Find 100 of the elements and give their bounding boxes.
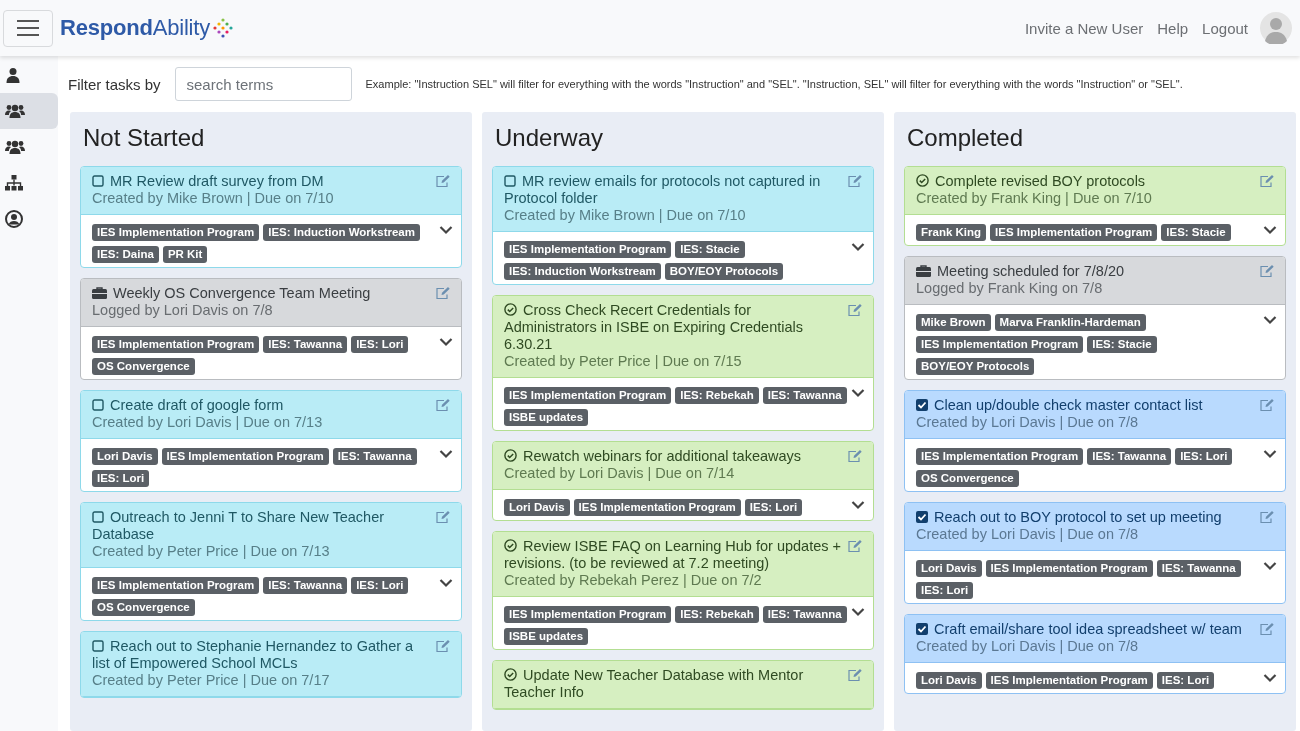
- check-circle-icon[interactable]: [504, 668, 517, 681]
- sidebar-item[interactable]: [0, 93, 58, 129]
- chevron-down-icon[interactable]: [1263, 225, 1277, 235]
- task-card[interactable]: Create draft of google form Created by Lori Davis | Due on 7/13 Lori Davis IES Implementation Program IES: Tawanna IES: Lori: [80, 390, 462, 492]
- task-title: Create draft of google form: [92, 397, 432, 414]
- column-title: Underway: [494, 123, 605, 153]
- chevron-down-icon[interactable]: [1263, 449, 1277, 459]
- task-card[interactable]: MR review emails for protocols not captured in Protocol folder Created by Mike Brown | Due on 7/10 IES Implementation Program IES: Stacie IES: Induction Workstream BOY/EOY Protocols: [492, 166, 874, 285]
- chevron-down-icon[interactable]: [1263, 561, 1277, 571]
- chevron-down-icon[interactable]: [439, 578, 453, 588]
- edit-icon[interactable]: [436, 399, 451, 412]
- task-meta: Created by Lori Davis | Due on 7/13: [92, 414, 324, 431]
- logo-dots-icon: [213, 18, 233, 38]
- tag: OS Convergence: [916, 470, 1019, 487]
- task-card[interactable]: Review ISBE FAQ on Learning Hub for updates + revisions. (to be reviewed at 7.2 meeting) Created by Rebekah Perez | Due on 7/2 IES Implementation Program IES: Rebekah IES: Tawanna ISBE updates: [492, 531, 874, 650]
- chevron-down-icon[interactable]: [439, 449, 453, 459]
- task-card[interactable]: Weekly OS Convergence Team Meeting Logged by Lori Davis on 7/8 IES Implementation Program IES: Tawanna IES: Lori OS Convergence: [80, 278, 462, 380]
- chevron-down-icon[interactable]: [851, 500, 865, 510]
- checked-checkbox-icon[interactable]: [916, 623, 928, 635]
- task-meta: Created by Lori Davis | Due on 7/8: [916, 638, 1140, 655]
- edit-icon[interactable]: [848, 450, 863, 463]
- task-card[interactable]: Reach out to BOY protocol to set up meeting Created by Lori Davis | Due on 7/8 Lori Davis IES Implementation Program IES: Tawanna IES: Lori: [904, 502, 1286, 604]
- task-card[interactable]: Reach out to Stephanie Hernandez to Gather a list of Empowered School MCLs Created by Peter Price | Due on 7/17: [80, 631, 462, 698]
- chevron-down-icon[interactable]: [851, 242, 865, 252]
- edit-icon[interactable]: [848, 669, 863, 682]
- task-title: Update New Teacher Database with Mentor Teacher Info: [504, 667, 805, 701]
- search-field[interactable]: search terms: [174, 67, 352, 101]
- edit-icon[interactable]: [848, 540, 863, 553]
- chevron-down-icon[interactable]: [439, 225, 453, 235]
- checked-checkbox-icon[interactable]: [916, 399, 928, 411]
- tag: BOY/EOY Protocols: [916, 358, 1035, 375]
- tag: IES Implementation Program: [916, 448, 1084, 465]
- chevron-down-icon[interactable]: [851, 388, 865, 398]
- tag: IES: Tawanna: [762, 387, 847, 404]
- tag: IES Implementation Program: [916, 336, 1084, 353]
- nav-link[interactable]: Help: [1157, 19, 1189, 37]
- chevron-down-icon[interactable]: [1263, 673, 1277, 683]
- filter-hint: Example: "Instruction SEL" will filter for everything with the words "Instruction" and "SEL". "Instruction, SEL" will filter for everything with the words "Instruction" or "SEL".: [365, 78, 1183, 90]
- tag: IES: Tawanna: [1156, 560, 1241, 577]
- edit-icon[interactable]: [436, 511, 451, 524]
- task-title: Meeting scheduled for 7/8/20: [916, 263, 1256, 280]
- task-title: MR Review draft survey from DM: [92, 173, 432, 190]
- menu-button[interactable]: [3, 9, 53, 47]
- chevron-down-icon[interactable]: [1263, 315, 1277, 325]
- tag: IES: Induction Workstream: [504, 263, 661, 280]
- tag: IES Implementation Program: [161, 448, 329, 465]
- edit-icon[interactable]: [436, 640, 451, 653]
- task-meta: Created by Lori Davis | Due on 7/14: [504, 465, 736, 482]
- check-circle-icon[interactable]: [504, 303, 517, 316]
- tag: IES: Stacie: [1087, 336, 1157, 353]
- group-icon: [5, 103, 25, 119]
- tag: IES: Lori: [351, 577, 409, 594]
- tag: IES: Stacie: [1161, 224, 1231, 241]
- edit-icon[interactable]: [436, 175, 451, 188]
- tag: PR Kit: [162, 246, 208, 263]
- tag: IES: Daina: [92, 246, 159, 263]
- task-meta: Created by Mike Brown | Due on 7/10: [504, 207, 747, 224]
- task-title: Weekly OS Convergence Team Meeting: [92, 285, 432, 302]
- task-card[interactable]: Meeting scheduled for 7/8/20 Logged by Frank King on 7/8 Mike Brown Marva Franklin-Hardeman IES Implementation Program IES: Stacie BOY/EOY Protocols: [904, 256, 1286, 380]
- edit-icon[interactable]: [848, 304, 863, 317]
- checked-checkbox-icon[interactable]: [916, 511, 928, 523]
- briefcase-icon: [916, 265, 931, 277]
- task-title: Clean up/double check master contact list: [916, 397, 1256, 414]
- task-meta: Created by Mike Brown | Due on 7/10: [92, 190, 335, 207]
- tag: IES: Lori: [916, 582, 974, 599]
- tag: Lori Davis: [504, 499, 570, 516]
- edit-icon[interactable]: [1260, 175, 1275, 188]
- task-card[interactable]: Rewatch webinars for additional takeaways Created by Lori Davis | Due on 7/14 Lori Davis IES Implementation Program IES: Lori: [492, 441, 874, 521]
- tag: IES Implementation Program: [92, 577, 260, 594]
- chevron-down-icon[interactable]: [439, 337, 453, 347]
- task-card[interactable]: MR Review draft survey from DM Created by Mike Brown | Due on 7/10 IES Implementation Program IES: Induction Workstream IES: Daina PR Kit: [80, 166, 462, 268]
- checkbox-icon[interactable]: [92, 399, 104, 411]
- task-card[interactable]: Complete revised BOY protocols Created by Frank King | Due on 7/10 Frank King IES Implementation Program IES: Stacie: [904, 166, 1286, 246]
- chevron-down-icon[interactable]: [851, 607, 865, 617]
- task-card[interactable]: Clean up/double check master contact list Created by Lori Davis | Due on 7/8 IES Implementation Program IES: Tawanna IES: Lori OS Convergence: [904, 390, 1286, 492]
- tag: Frank King: [916, 224, 987, 241]
- check-circle-icon[interactable]: [504, 449, 517, 462]
- checkbox-icon[interactable]: [92, 175, 104, 187]
- task-card[interactable]: Cross Check Recert Credentials for Administrators in ISBE on Expiring Credentials 6.30.21 Created by Peter Price | Due on 7/15 IES Implementation Program IES: Rebekah IES: Tawanna ISBE updates: [492, 295, 874, 431]
- nav-link[interactable]: Invite a New User: [1024, 19, 1144, 37]
- task-meta: Created by Frank King | Due on 7/10: [916, 190, 1153, 207]
- check-circle-icon[interactable]: [916, 174, 929, 187]
- tag: OS Convergence: [92, 358, 195, 375]
- checkbox-icon[interactable]: [92, 511, 104, 523]
- edit-icon[interactable]: [848, 175, 863, 188]
- column-title: Not Started: [82, 123, 206, 153]
- check-circle-icon[interactable]: [504, 539, 517, 552]
- task-meta: Created by Peter Price | Due on 7/17: [92, 672, 331, 689]
- checkbox-icon[interactable]: [92, 640, 104, 652]
- tag: Lori Davis: [92, 448, 158, 465]
- task-title: Cross Check Recert Credentials for Administrators in ISBE on Expiring Credentials 6.30.21: [504, 302, 804, 353]
- checkbox-icon[interactable]: [504, 175, 516, 187]
- tag: IES: Lori: [1156, 672, 1215, 689]
- tag: IES: Lori: [744, 499, 803, 516]
- task-card[interactable]: Craft email/share tool idea spreadsheet w/ team Created by Lori Davis | Due on 7/8 Lori Davis IES Implementation Program IES: Lori: [904, 614, 1286, 694]
- task-card[interactable]: Outreach to Jenni T to Share New Teacher Database Created by Peter Price | Due on 7/13 IES Implementation Program IES: Tawanna IES: Lori OS Convergence: [80, 502, 462, 621]
- task-meta: Logged by Frank King on 7/8: [916, 280, 1104, 297]
- user-circle-icon: [5, 210, 23, 228]
- task-card[interactable]: Update New Teacher Database with Mentor Teacher Info: [492, 660, 874, 710]
- nav-link[interactable]: Logout: [1202, 19, 1248, 37]
